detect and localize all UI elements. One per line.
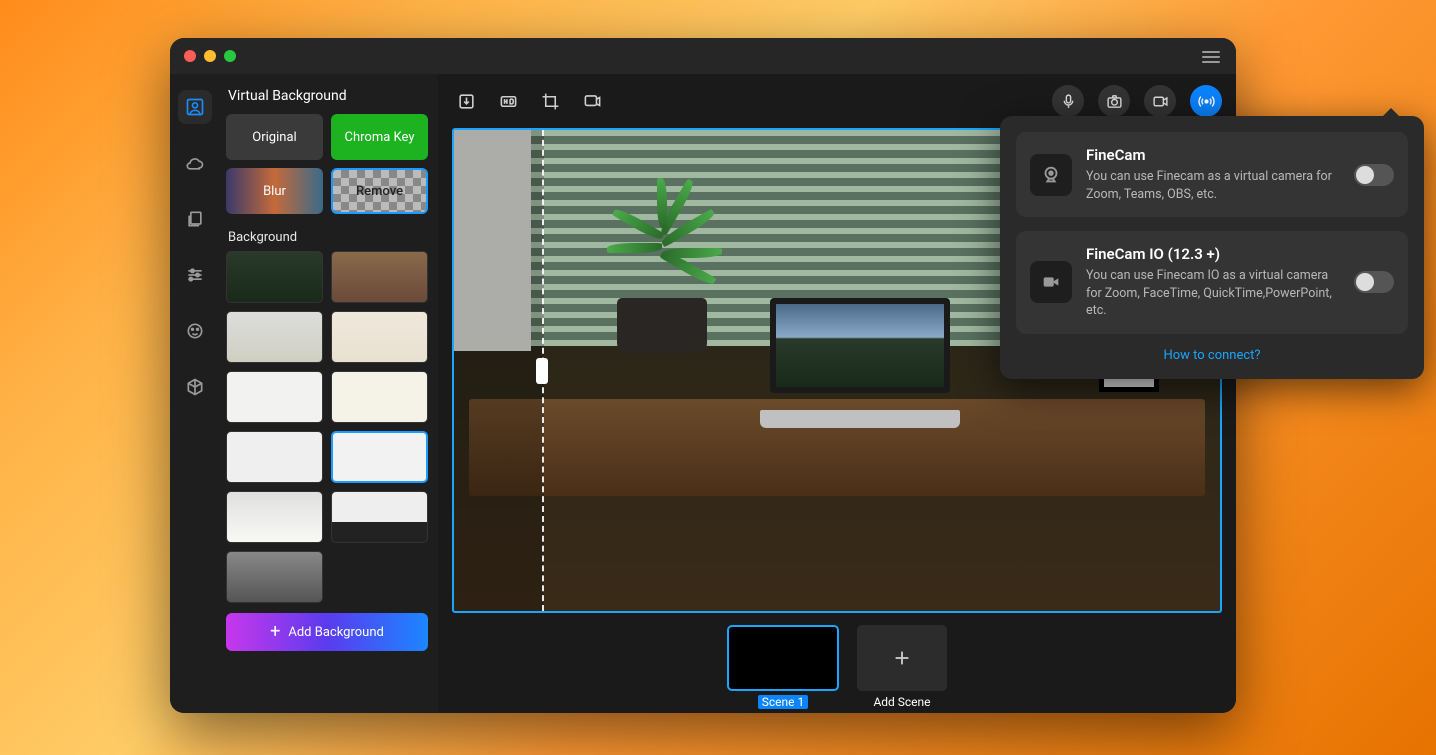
import-button[interactable] bbox=[452, 87, 480, 115]
how-to-connect-link[interactable]: How to connect? bbox=[1016, 348, 1408, 363]
popover-card-desc: You can use Finecam IO as a virtual came… bbox=[1086, 267, 1340, 320]
background-section-label: Background bbox=[228, 230, 428, 245]
hamburger-icon bbox=[1202, 49, 1220, 63]
close-window-button[interactable] bbox=[184, 50, 196, 62]
webcam-icon bbox=[1030, 154, 1072, 196]
background-thumb[interactable] bbox=[226, 251, 323, 303]
minimize-window-button[interactable] bbox=[204, 50, 216, 62]
annotate-icon bbox=[583, 92, 602, 111]
preview-laptop bbox=[760, 298, 960, 428]
add-scene-label: Add Scene bbox=[873, 695, 930, 709]
sidebar-panel: Virtual Background Original Chroma Key B… bbox=[220, 74, 438, 713]
broadcast-icon bbox=[1198, 93, 1215, 110]
crop-handle[interactable] bbox=[536, 358, 548, 384]
background-thumb[interactable] bbox=[226, 311, 323, 363]
scene-1-thumb[interactable] bbox=[727, 625, 839, 691]
broadcast-button[interactable] bbox=[1190, 85, 1222, 117]
hd-button[interactable] bbox=[494, 87, 522, 115]
finecam-io-toggle[interactable] bbox=[1354, 271, 1394, 293]
import-icon bbox=[457, 92, 476, 111]
record-button[interactable] bbox=[1144, 85, 1176, 117]
plus-icon: + bbox=[270, 623, 280, 641]
background-thumb[interactable] bbox=[331, 491, 428, 543]
background-thumb[interactable] bbox=[331, 371, 428, 423]
video-icon bbox=[1152, 93, 1169, 110]
background-thumb-selected[interactable] bbox=[331, 431, 428, 483]
broadcast-popover: FineCam You can use Finecam as a virtual… bbox=[1000, 116, 1424, 379]
preview-plant bbox=[592, 178, 732, 378]
left-rail bbox=[170, 74, 220, 713]
rail-cards[interactable] bbox=[178, 202, 212, 236]
finecam-toggle[interactable] bbox=[1354, 164, 1394, 186]
titlebar bbox=[170, 38, 1236, 74]
background-thumb[interactable] bbox=[331, 311, 428, 363]
plus-icon bbox=[891, 647, 913, 669]
person-frame-icon bbox=[185, 97, 205, 117]
scene-1-label: Scene 1 bbox=[758, 695, 808, 709]
popover-card-title: FineCam bbox=[1086, 146, 1340, 164]
add-background-label: Add Background bbox=[288, 625, 383, 640]
mic-icon bbox=[1060, 93, 1077, 110]
background-thumb[interactable] bbox=[226, 491, 323, 543]
popover-card-title: FineCam IO (12.3 +) bbox=[1086, 245, 1340, 263]
background-grid bbox=[226, 251, 428, 603]
mode-original-button[interactable]: Original bbox=[226, 114, 323, 160]
rail-cloud[interactable] bbox=[178, 146, 212, 180]
cube-icon bbox=[185, 377, 205, 397]
add-background-button[interactable]: + Add Background bbox=[226, 613, 428, 651]
sliders-icon bbox=[185, 265, 205, 285]
rail-sliders[interactable] bbox=[178, 258, 212, 292]
mode-chroma-button[interactable]: Chroma Key bbox=[331, 114, 428, 160]
popover-card-desc: You can use Finecam as a virtual camera … bbox=[1086, 168, 1340, 203]
hd-icon bbox=[499, 92, 518, 111]
traffic-lights bbox=[184, 50, 236, 62]
popover-card-finecam: FineCam You can use Finecam as a virtual… bbox=[1016, 132, 1408, 217]
add-scene-button[interactable] bbox=[857, 625, 947, 691]
background-thumb[interactable] bbox=[331, 251, 428, 303]
rail-3d[interactable] bbox=[178, 370, 212, 404]
face-icon bbox=[185, 321, 205, 341]
scene-bar: Scene 1 Add Scene bbox=[438, 613, 1236, 713]
crop-icon bbox=[541, 92, 560, 111]
hamburger-menu-button[interactable] bbox=[1202, 49, 1220, 63]
rail-virtual-background[interactable] bbox=[178, 90, 212, 124]
video-icon bbox=[1030, 261, 1072, 303]
crop-button[interactable] bbox=[536, 87, 564, 115]
camera-icon bbox=[1106, 93, 1123, 110]
mode-remove-button[interactable]: Remove bbox=[331, 168, 428, 214]
cards-icon bbox=[185, 209, 205, 229]
background-thumb[interactable] bbox=[226, 371, 323, 423]
add-scene-slot[interactable]: Add Scene bbox=[857, 625, 947, 709]
panel-title: Virtual Background bbox=[228, 88, 428, 104]
maximize-window-button[interactable] bbox=[224, 50, 236, 62]
mode-grid: Original Chroma Key Blur Remove bbox=[226, 114, 428, 214]
popover-card-finecam-io: FineCam IO (12.3 +) You can use Finecam … bbox=[1016, 231, 1408, 334]
cloud-icon bbox=[185, 153, 205, 173]
background-thumb[interactable] bbox=[226, 431, 323, 483]
background-thumb[interactable] bbox=[226, 551, 323, 603]
annotate-button[interactable] bbox=[578, 87, 606, 115]
mic-button[interactable] bbox=[1052, 85, 1084, 117]
mode-blur-button[interactable]: Blur bbox=[226, 168, 323, 214]
rail-face[interactable] bbox=[178, 314, 212, 348]
scene-slot-1[interactable]: Scene 1 bbox=[727, 625, 839, 709]
crop-left-mask[interactable] bbox=[454, 130, 544, 611]
snapshot-button[interactable] bbox=[1098, 85, 1130, 117]
